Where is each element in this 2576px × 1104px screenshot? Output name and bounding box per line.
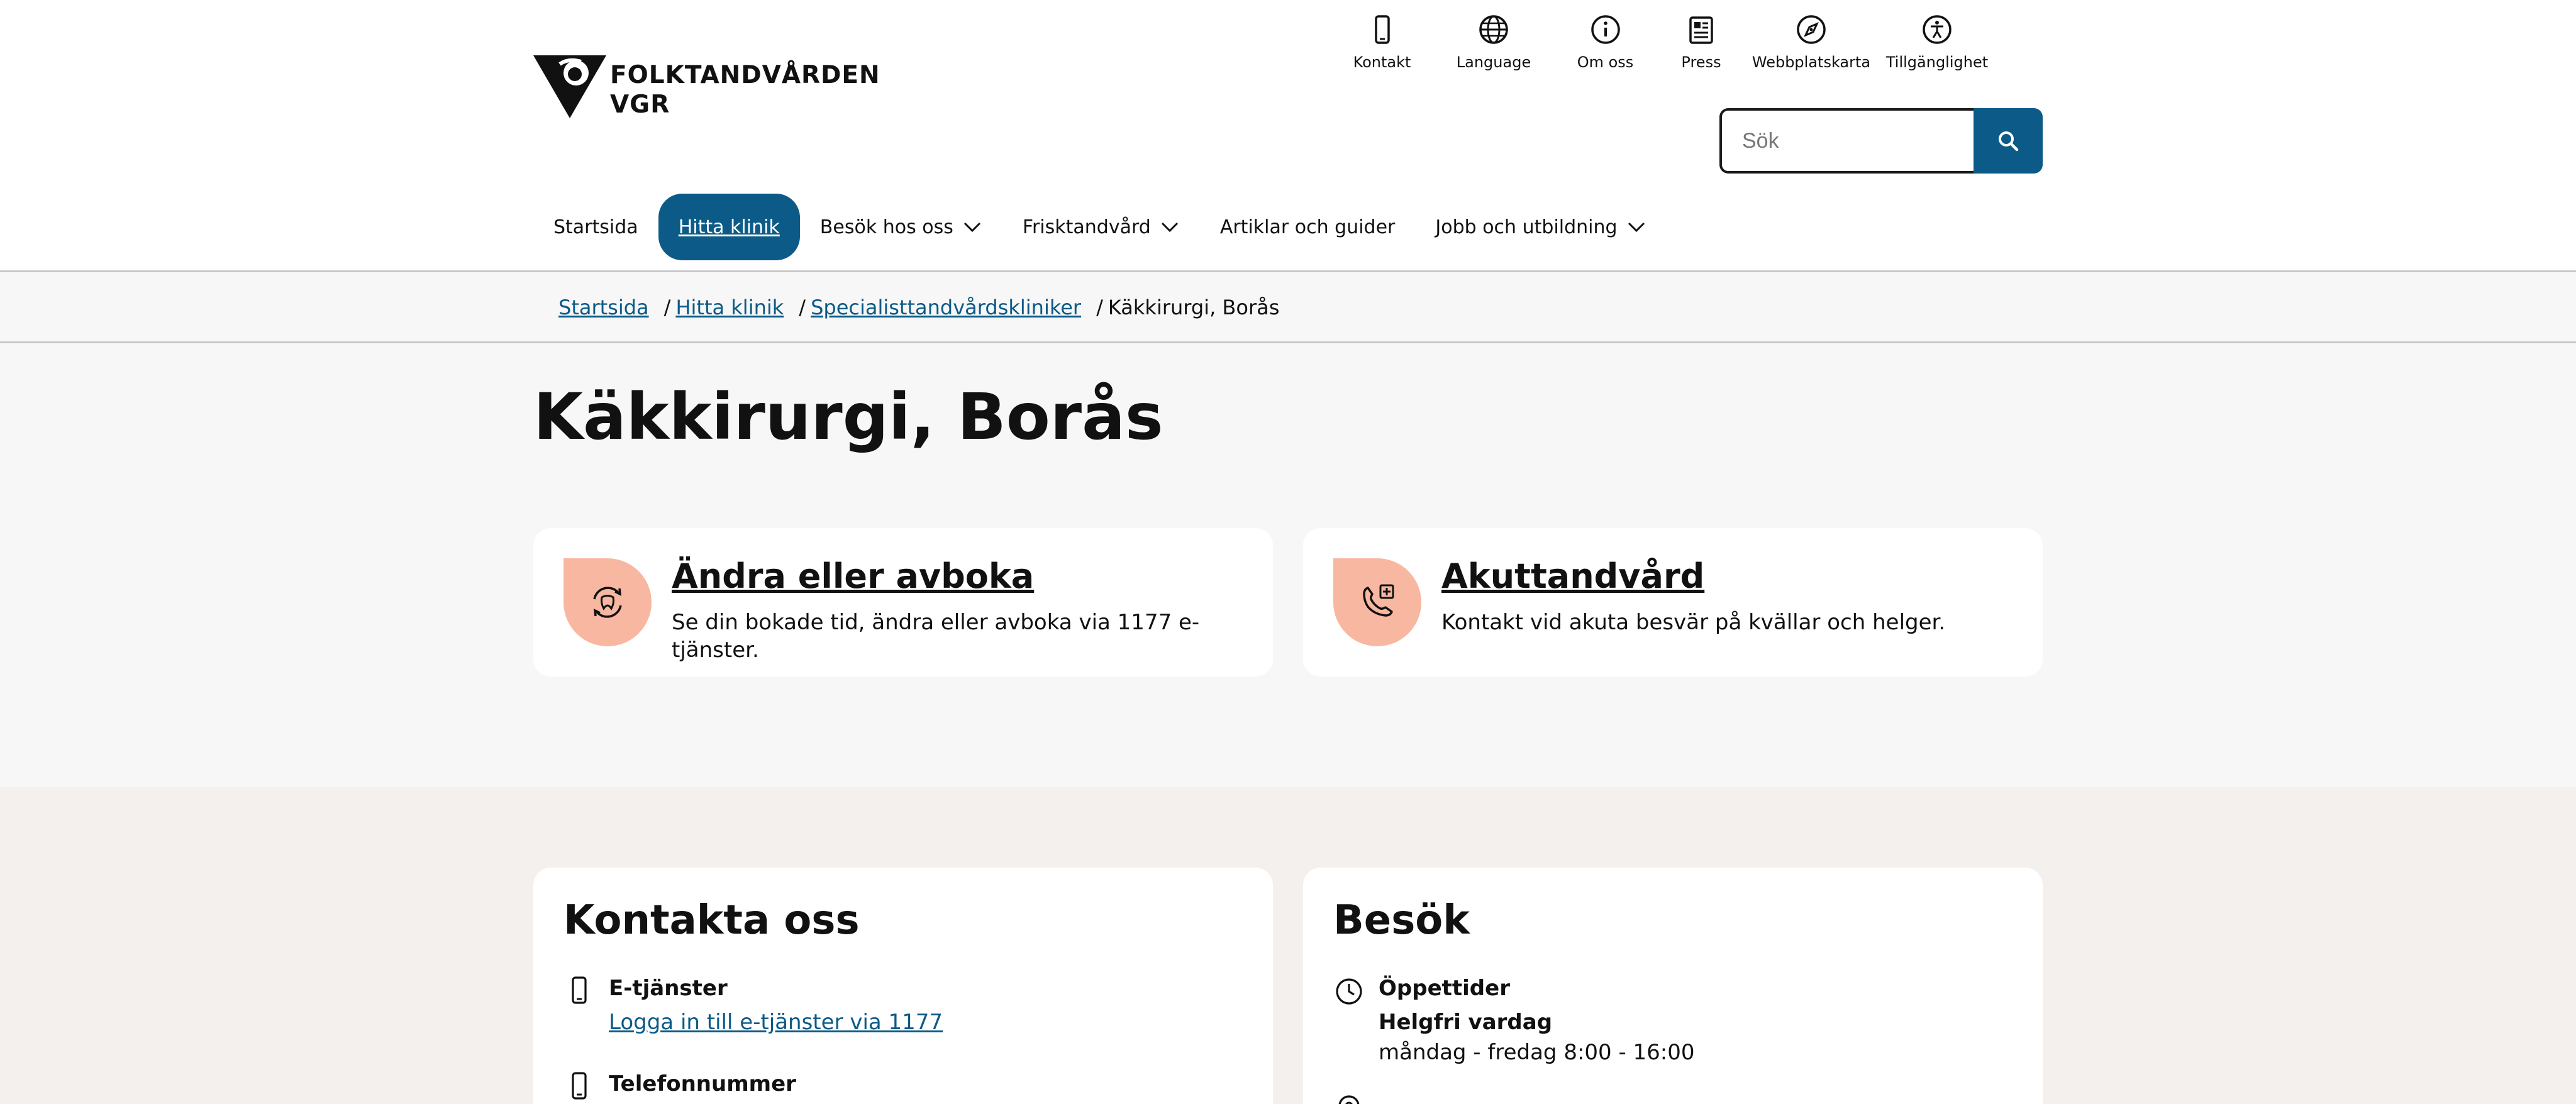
breadcrumb-separator: / <box>1096 295 1103 319</box>
globe-icon <box>1479 15 1508 44</box>
card-title[interactable]: Akuttandvård <box>1441 556 1704 597</box>
breadcrumb-current: Käkkirurgi, Borås <box>1108 295 1280 319</box>
logo[interactable]: FOLKTANDVÅRDEN VGR <box>533 55 880 119</box>
search-input[interactable] <box>1719 108 1974 174</box>
mobile-icon <box>572 976 587 1004</box>
util-tillganglighet[interactable]: Tillgänglighet <box>1874 13 2000 72</box>
contact-panel: Kontakta oss E-tjänster Logga in till e-… <box>533 868 1273 1104</box>
info-icon <box>1591 15 1620 44</box>
phone-plus-icon <box>1363 584 1394 617</box>
nav-item-startsida[interactable]: Startsida <box>533 194 658 260</box>
main-nav: Startsida Hitta klinik Besök hos oss Fri… <box>533 194 1667 260</box>
breadcrumb: Startsida / Hitta klinik / Specialisttan… <box>558 295 1279 320</box>
nav-item-label: Startsida <box>553 216 638 238</box>
nav-item-jobb-och-utbildning[interactable]: Jobb och utbildning <box>1415 194 1666 260</box>
breadcrumb-link-hitta-klinik[interactable]: Hitta klinik <box>675 295 784 320</box>
chevron-down-icon <box>1161 222 1178 233</box>
card-description: Kontakt vid akuta besvär på kvällar och … <box>1441 610 1946 635</box>
mobile-icon <box>572 1072 587 1100</box>
util-om-oss[interactable]: Om oss <box>1557 13 1654 72</box>
nav-item-besok-hos-oss[interactable]: Besök hos oss <box>800 194 1002 260</box>
clock-icon <box>1336 978 1362 1005</box>
nav-item-label: Jobb och utbildning <box>1435 216 1618 238</box>
e-services-link[interactable]: Logga in till e-tjänster via 1177 <box>609 1008 943 1036</box>
e-services-label: E-tjänster <box>609 976 728 1001</box>
util-press-label: Press <box>1681 53 1721 71</box>
search-button[interactable] <box>1974 108 2043 174</box>
nav-item-label: Besök hos oss <box>819 216 953 238</box>
accessibility-icon <box>1923 15 1951 44</box>
card-icon-wrapper <box>564 558 652 646</box>
page-title: Käkkirurgi, Borås <box>533 380 1163 455</box>
compass-icon <box>1797 15 1826 44</box>
card-description: Se din bokade tid, ändra eller avboka vi… <box>672 610 1200 663</box>
util-tillganglighet-label: Tillgänglighet <box>1885 53 1989 71</box>
util-press[interactable]: Press <box>1654 13 1748 72</box>
util-kontakt[interactable]: Kontakt <box>1333 13 1431 72</box>
util-language[interactable]: Language <box>1431 13 1557 72</box>
search-form <box>1719 108 2043 174</box>
nav-item-artiklar-och-guider[interactable]: Artiklar och guider <box>1200 194 1416 260</box>
info-section: Kontakta oss E-tjänster Logga in till e-… <box>0 787 2576 1104</box>
tooth-refresh-icon <box>593 587 622 618</box>
visit-panel: Besök Öppettider Helgfri vardag måndag -… <box>1303 868 2043 1104</box>
hero-section: Käkkirurgi, Borås Ändra eller avboka Se … <box>0 343 2576 787</box>
nav-item-frisktandvard[interactable]: Frisktandvård <box>1002 194 1200 260</box>
chevron-down-icon <box>963 222 980 233</box>
phone-number-label: Telefonnummer <box>609 1071 796 1096</box>
util-webbplatskarta-label: Webbplatskarta <box>1752 53 1871 71</box>
util-webbplatskarta[interactable]: Webbplatskarta <box>1748 13 1874 72</box>
logo-text: FOLKTANDVÅRDEN VGR <box>610 60 880 119</box>
nav-item-label: Frisktandvård <box>1022 216 1151 238</box>
card-title[interactable]: Ändra eller avboka <box>672 556 1034 597</box>
card-icon-wrapper <box>1333 558 1421 646</box>
logo-line-2: VGR <box>610 91 670 119</box>
chevron-down-icon <box>1628 222 1645 233</box>
nav-item-hitta-klinik[interactable]: Hitta klinik <box>658 194 800 260</box>
breadcrumb-separator: / <box>799 295 806 319</box>
util-kontakt-label: Kontakt <box>1353 53 1411 71</box>
card-akuttandvard[interactable]: Akuttandvård Kontakt vid akuta besvär på… <box>1303 528 2043 676</box>
utility-nav: Kontakt Language Om oss Press Webbplatsk… <box>1333 13 2000 72</box>
util-om-oss-label: Om oss <box>1577 53 1634 71</box>
visit-title: Besök <box>1333 897 1470 944</box>
day-type-label: Helgfri vardag <box>1379 1010 1553 1035</box>
util-language-label: Language <box>1456 53 1531 71</box>
card-andra-avboka[interactable]: Ändra eller avboka Se din bokade tid, än… <box>533 528 1273 676</box>
nav-item-label: Hitta klinik <box>678 216 780 238</box>
location-icon <box>1338 1095 1360 1104</box>
breadcrumb-bar: Startsida / Hitta klinik / Specialisttan… <box>0 270 2576 343</box>
site-header: FOLKTANDVÅRDEN VGR Kontakt Language Om o… <box>0 0 2576 270</box>
opening-hours-label: Öppettider <box>1379 976 1510 1001</box>
phone-icon <box>1374 15 1390 44</box>
breadcrumb-separator: / <box>663 295 671 319</box>
newspaper-icon <box>1689 16 1713 44</box>
nav-item-label: Artiklar och guider <box>1219 216 1396 238</box>
logo-mark-icon <box>533 55 606 118</box>
breadcrumb-link-specialisttandvardskliniker[interactable]: Specialisttandvårdskliniker <box>811 295 1081 320</box>
logo-line-1: FOLKTANDVÅRDEN <box>610 61 880 89</box>
opening-hours-value: måndag - fredag 8:00 - 16:00 <box>1379 1040 1695 1065</box>
breadcrumb-link-startsida[interactable]: Startsida <box>558 295 649 320</box>
contact-title: Kontakta oss <box>564 897 860 944</box>
search-icon <box>1999 131 2019 152</box>
